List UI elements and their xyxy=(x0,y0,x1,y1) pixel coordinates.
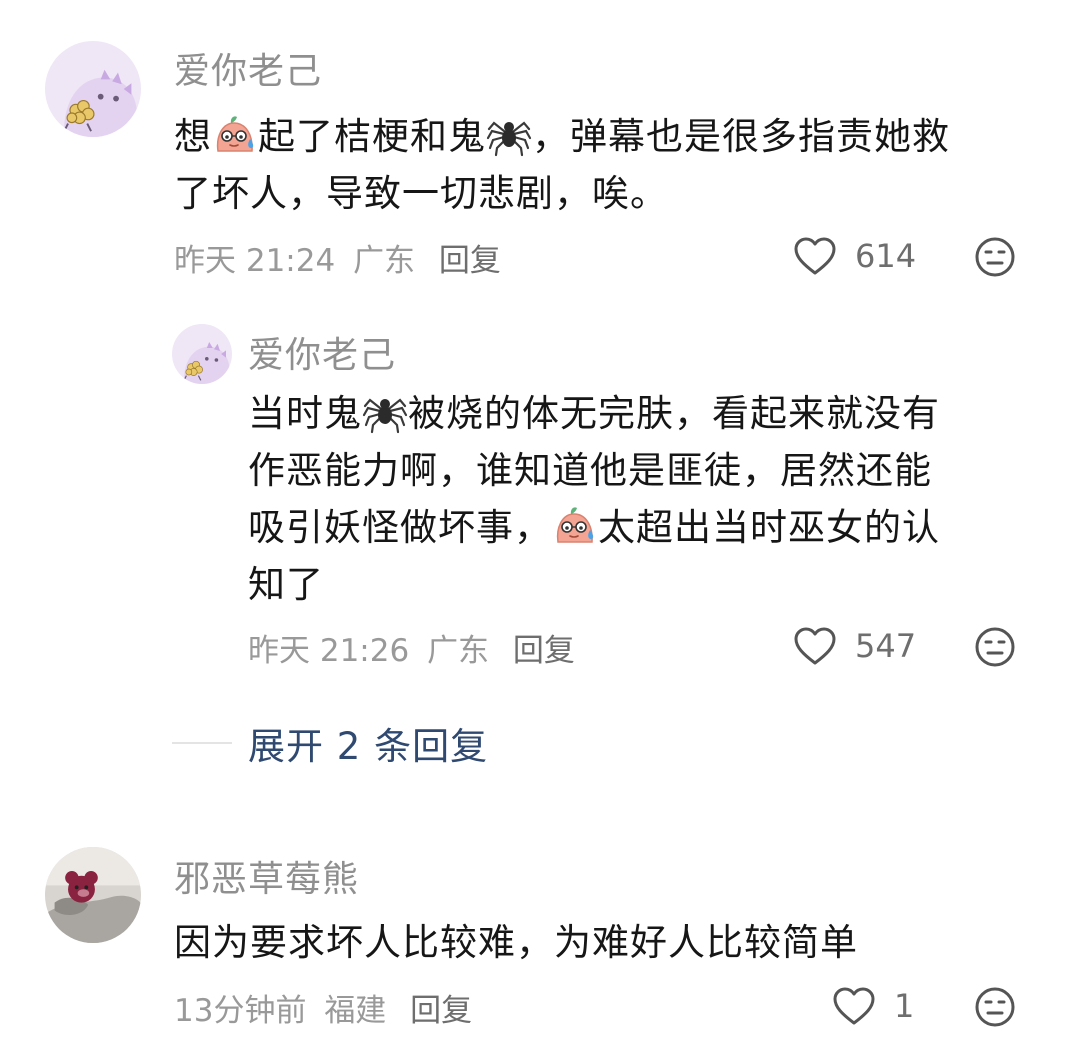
username[interactable]: 爱你老己 xyxy=(248,326,396,378)
like-button[interactable]: 1 xyxy=(832,986,914,1026)
content-line: 了坏人，导致一切悲剧，唉。 xyxy=(174,172,668,215)
content-line: 作恶能力啊，谁知道他是匪徒，居然还能 xyxy=(248,449,932,492)
username[interactable]: 邪恶草莓熊 xyxy=(174,850,359,902)
comment-time: 13分钟前 xyxy=(174,993,307,1029)
dislike-button[interactable] xyxy=(974,236,1016,278)
comment-meta: 13分钟前 福建 回复 xyxy=(174,985,472,1030)
reply-button[interactable]: 回复 xyxy=(513,633,575,669)
like-count: 614 xyxy=(855,237,917,275)
comment-location: 广东 xyxy=(427,633,490,669)
comment-content[interactable]: 因为要求坏人比较难，为难好人比较简单 xyxy=(174,914,858,971)
meh-face-icon xyxy=(974,986,1016,1028)
like-count: 1 xyxy=(894,987,915,1025)
comment-meta: 昨天 21:26 广东 回复 xyxy=(248,625,575,670)
comment-content[interactable]: 当时鬼 被烧的体无完肤，看起来就没有作恶能力啊，谁知道他是匪徒，居然还能吸引妖怪做… xyxy=(248,385,940,613)
meh-face-icon xyxy=(974,626,1016,668)
content-line: 吸引妖怪做坏事， 太超出当时巫女的认 xyxy=(248,499,940,556)
comment-location: 福建 xyxy=(324,993,387,1029)
comment-meta: 昨天 21:24 广东 回复 xyxy=(174,235,501,280)
content-line: 想起了桔梗和鬼 ，弹幕也是很多指责她救 xyxy=(174,108,950,165)
heart-outline-icon xyxy=(793,236,837,276)
heart-outline-icon xyxy=(793,626,837,666)
expand-replies-button[interactable]: 展开 2 条回复 xyxy=(172,716,488,770)
comment-content[interactable]: 想起了桔梗和鬼 ，弹幕也是很多指责她救了坏人，导致一切悲剧，唉。 xyxy=(174,108,950,222)
avatar[interactable] xyxy=(45,847,141,943)
expand-replies-label: 展开 2 条回复 xyxy=(248,725,489,768)
avatar[interactable] xyxy=(172,324,232,384)
like-count: 547 xyxy=(855,627,917,665)
avatar[interactable] xyxy=(45,41,141,137)
content-line: 当时鬼 被烧的体无完肤，看起来就没有 xyxy=(248,385,940,442)
username[interactable]: 爱你老己 xyxy=(174,42,322,94)
sweat-face-emoji xyxy=(212,111,258,157)
dislike-button[interactable] xyxy=(974,986,1016,1028)
comment-time: 昨天 21:24 xyxy=(174,243,336,279)
comment-location: 广东 xyxy=(353,243,416,279)
like-button[interactable]: 614 xyxy=(793,236,916,276)
reply-button[interactable]: 回复 xyxy=(439,243,501,279)
spider-emoji xyxy=(486,111,532,157)
reply-button[interactable]: 回复 xyxy=(410,993,472,1029)
meh-face-icon xyxy=(974,236,1016,278)
dislike-button[interactable] xyxy=(974,626,1016,668)
divider xyxy=(172,742,232,744)
spider-emoji xyxy=(362,388,408,434)
like-button[interactable]: 547 xyxy=(793,626,916,666)
heart-outline-icon xyxy=(832,986,876,1026)
comment-time: 昨天 21:26 xyxy=(248,633,410,669)
content-line: 知了 xyxy=(248,563,324,606)
content-line: 因为要求坏人比较难，为难好人比较简单 xyxy=(174,921,858,964)
sweat-face-emoji xyxy=(552,502,598,548)
